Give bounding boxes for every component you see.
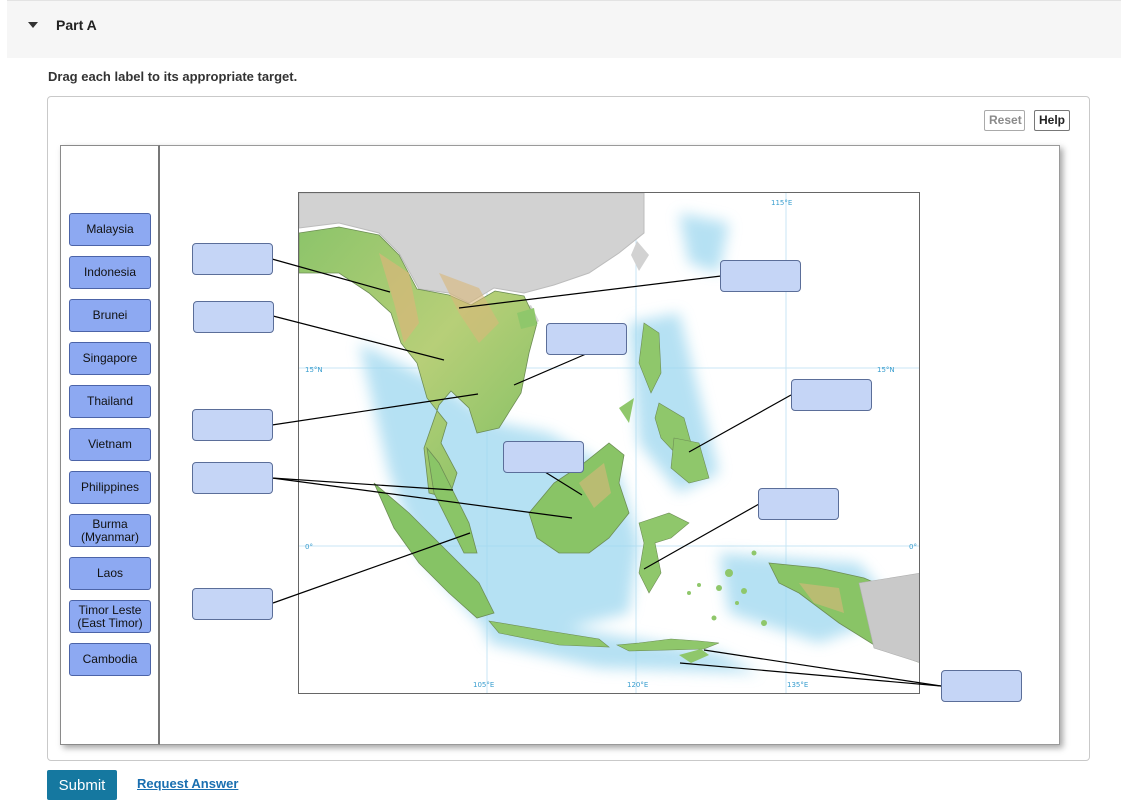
coord-label-15n-left: 15°N: [305, 366, 323, 374]
coord-label-15n-right: 15°N: [877, 366, 895, 374]
part-header[interactable]: Part A: [7, 0, 1121, 58]
label-brunei[interactable]: Brunei: [69, 299, 151, 332]
drop-target-3[interactable]: [192, 409, 273, 441]
coord-label-105e: 105°E: [473, 681, 494, 689]
southeast-asia-map: 115°E 15°N 15°N 0° 0° 105°E 120°E 135°E: [298, 192, 920, 694]
drop-target-10[interactable]: [758, 488, 839, 520]
label-indonesia[interactable]: Indonesia: [69, 256, 151, 289]
coord-label-0-right: 0°: [909, 543, 917, 551]
map-image: 115°E 15°N 15°N 0° 0° 105°E 120°E 135°E: [299, 193, 919, 693]
coord-label-135e: 135°E: [787, 681, 808, 689]
label-vietnam[interactable]: Vietnam: [69, 428, 151, 461]
coord-label-115e: 115°E: [771, 199, 792, 207]
label-cambodia[interactable]: Cambodia: [69, 643, 151, 676]
drop-target-1[interactable]: [192, 243, 273, 275]
drop-target-2[interactable]: [193, 301, 274, 333]
help-button[interactable]: Help: [1034, 110, 1070, 131]
coord-label-120e: 120°E: [627, 681, 648, 689]
instruction-text: Drag each label to its appropriate targe…: [48, 69, 298, 84]
drop-target-6[interactable]: [720, 260, 801, 292]
request-answer-link[interactable]: Request Answer: [137, 776, 238, 791]
reset-button[interactable]: Reset: [984, 110, 1025, 131]
label-thailand[interactable]: Thailand: [69, 385, 151, 418]
drop-target-4[interactable]: [192, 462, 273, 494]
label-philippines[interactable]: Philippines: [69, 471, 151, 504]
coord-label-0-left: 0°: [305, 543, 313, 551]
drop-target-8[interactable]: [791, 379, 872, 411]
drop-target-11[interactable]: [941, 670, 1022, 702]
drop-target-7[interactable]: [546, 323, 627, 355]
label-timor-leste[interactable]: Timor Leste (East Timor): [69, 600, 151, 633]
collapse-caret-icon[interactable]: [28, 22, 38, 28]
part-title: Part A: [56, 17, 97, 33]
submit-button[interactable]: Submit: [47, 770, 117, 800]
label-malaysia[interactable]: Malaysia: [69, 213, 151, 246]
label-laos[interactable]: Laos: [69, 557, 151, 590]
drop-target-9[interactable]: [503, 441, 584, 473]
drop-target-5[interactable]: [192, 588, 273, 620]
label-burma[interactable]: Burma (Myanmar): [69, 514, 151, 547]
label-singapore[interactable]: Singapore: [69, 342, 151, 375]
